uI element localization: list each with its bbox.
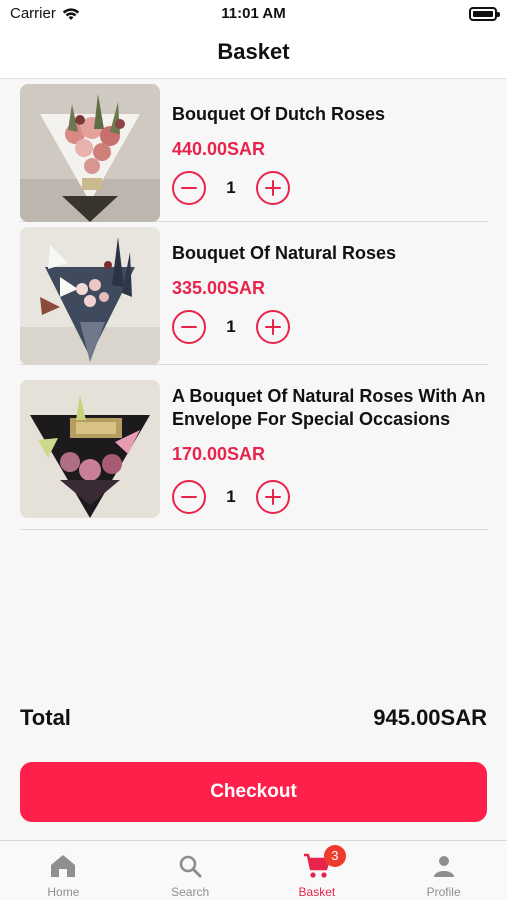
checkout-button[interactable]: Checkout: [20, 762, 487, 822]
increase-quantity-button[interactable]: [256, 171, 290, 205]
decrease-quantity-button[interactable]: [172, 480, 206, 514]
tab-label: Basket: [298, 885, 336, 899]
battery-icon: [469, 7, 500, 21]
increase-quantity-button[interactable]: [256, 480, 290, 514]
quantity-value: 1: [226, 317, 236, 336]
tab-label: Home: [47, 885, 80, 899]
decrease-quantity-button[interactable]: [172, 310, 206, 344]
quantity-stepper: 1: [172, 479, 290, 515]
status-bar: Carrier 11:01 AM: [0, 0, 507, 30]
cart-icon: 3: [302, 845, 346, 881]
tab-label: Profile: [426, 885, 461, 899]
product-price: 440.00SAR: [172, 139, 266, 159]
product-title: A Bouquet Of Natural Roses With An Envel…: [172, 386, 486, 429]
cart-count-badge: 3: [323, 845, 346, 867]
product-image[interactable]: [20, 380, 160, 518]
product-title: Bouquet Of Dutch Roses: [172, 104, 386, 124]
tab-home[interactable]: Home: [0, 841, 127, 900]
page-title: Basket: [217, 39, 290, 64]
quantity-value: 1: [226, 178, 236, 197]
product-image[interactable]: [20, 227, 160, 365]
total-label: Total: [20, 705, 71, 730]
total-value: 945.00SAR: [373, 705, 487, 730]
product-price: 170.00SAR: [172, 444, 266, 464]
home-icon: [48, 851, 78, 881]
search-icon: [175, 851, 205, 881]
quantity-value: 1: [226, 487, 236, 506]
clock: 11:01 AM: [221, 5, 286, 22]
increase-quantity-button[interactable]: [256, 310, 290, 344]
tab-profile[interactable]: Profile: [380, 841, 507, 900]
quantity-stepper: 1: [172, 170, 290, 206]
basket-item: Bouquet Of Dutch Roses 440.00SAR 1: [20, 84, 488, 222]
product-title: Bouquet Of Natural Roses: [172, 243, 397, 263]
quantity-stepper: 1: [172, 309, 290, 345]
person-icon: [429, 851, 459, 881]
tab-search[interactable]: Search: [127, 841, 254, 900]
basket-item: A Bouquet Of Natural Roses With An Envel…: [20, 380, 488, 530]
product-image[interactable]: [20, 84, 160, 222]
product-price: 335.00SAR: [172, 278, 266, 298]
checkout-label: Checkout: [210, 781, 297, 802]
decrease-quantity-button[interactable]: [172, 171, 206, 205]
basket-item: Bouquet Of Natural Roses 335.00SAR 1: [20, 227, 488, 365]
tab-bar: Home Search 3 Basket Profile: [0, 840, 507, 900]
tab-basket[interactable]: 3 Basket: [254, 841, 381, 900]
nav-bar: Basket: [0, 30, 507, 79]
tab-label: Search: [171, 885, 210, 899]
